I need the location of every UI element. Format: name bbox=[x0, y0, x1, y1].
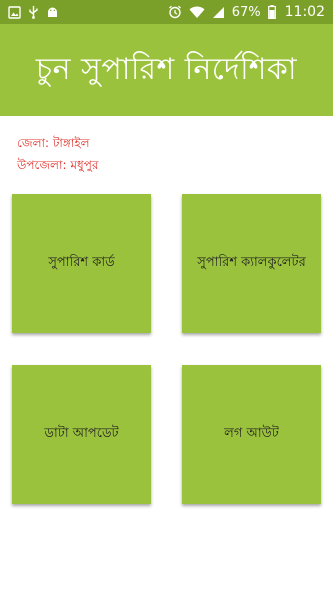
signal-icon bbox=[212, 6, 225, 19]
location-info: জেলা: টাঙ্গাইল উপজেলা: মধুপুর bbox=[17, 132, 98, 176]
status-bar: 67% 11:02 bbox=[0, 0, 333, 24]
tile-label: ডাটা আপডেট bbox=[44, 426, 119, 441]
tile-label: সুপারিশ ক্যালকুলেটর bbox=[197, 255, 306, 270]
app-title: চুন সুপারিশ নির্দেশিকা bbox=[35, 51, 298, 87]
status-left-group bbox=[8, 5, 59, 19]
app-bar: চুন সুপারিশ নির্দেশিকা bbox=[0, 24, 333, 116]
district-label: জেলা: টাঙ্গাইল bbox=[17, 136, 90, 150]
android-icon bbox=[46, 6, 59, 19]
alarm-icon bbox=[168, 5, 182, 19]
wifi-icon bbox=[189, 6, 205, 19]
tile-label: লগ আউট bbox=[224, 426, 279, 441]
data-update-button[interactable]: ডাটা আপডেট bbox=[12, 365, 151, 504]
usb-icon bbox=[28, 5, 39, 19]
image-icon bbox=[8, 5, 21, 19]
recommendation-card-button[interactable]: সুপারিশ কার্ড bbox=[12, 194, 151, 333]
battery-icon bbox=[267, 5, 276, 19]
battery-percent: 67% bbox=[231, 4, 261, 20]
tile-label: সুপারিশ কার্ড bbox=[48, 255, 115, 270]
upazila-label: উপজেলা: মধুপুর bbox=[17, 158, 99, 172]
clock: 11:02 bbox=[284, 4, 325, 20]
recommendation-calculator-button[interactable]: সুপারিশ ক্যালকুলেটর bbox=[182, 194, 321, 333]
logout-button[interactable]: লগ আউট bbox=[182, 365, 321, 504]
status-right-group: 67% 11:02 bbox=[168, 4, 325, 20]
